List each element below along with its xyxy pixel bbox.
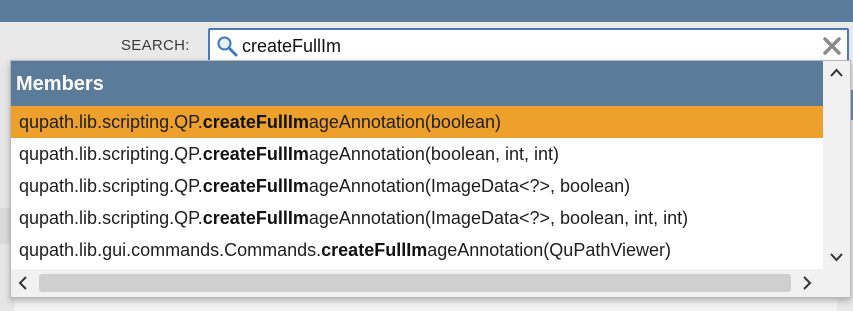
result-item[interactable]: qupath.lib.scripting.QP.createFullImageA…: [11, 170, 823, 202]
top-title-bar: [0, 0, 853, 22]
result-item[interactable]: qupath.lib.scripting.QP.createFullImageA…: [11, 106, 823, 138]
members-header-label: Members: [16, 73, 104, 95]
clear-x-icon[interactable]: [822, 36, 842, 56]
magnifier-icon: [216, 35, 238, 57]
result-match: createFullIm: [321, 240, 428, 260]
result-match: createFullIm: [202, 112, 309, 132]
chevron-down-icon[interactable]: [823, 245, 850, 269]
result-match: createFullIm: [202, 176, 309, 196]
result-prefix: qupath.lib.scripting.QP.: [19, 176, 203, 196]
result-item[interactable]: qupath.lib.scripting.QP.createFullImageA…: [11, 202, 823, 234]
members-header: Members: [11, 61, 823, 106]
result-suffix: ageAnnotation(ImageData<?>, boolean): [308, 176, 631, 196]
search-label: SEARCH:: [121, 37, 190, 54]
result-suffix: ageAnnotation(QuPathViewer): [427, 240, 672, 260]
result-item[interactable]: qupath.lib.gui.commands.Commands.createF…: [11, 234, 823, 266]
result-suffix: ageAnnotation(ImageData<?>, boolean, int…: [308, 208, 689, 228]
chevron-left-icon[interactable]: [11, 269, 35, 297]
vertical-scroll-track[interactable]: [829, 87, 843, 242]
autocomplete-dropdown: Members qupath.lib.scripting.QP.createFu…: [10, 60, 851, 298]
result-item[interactable]: qupath.lib.scripting.QP.createFullImageA…: [11, 138, 823, 170]
result-prefix: qupath.lib.scripting.QP.: [19, 112, 203, 132]
result-prefix: qupath.lib.scripting.QP.: [19, 208, 203, 228]
vertical-scrollbar[interactable]: [823, 61, 850, 269]
search-field[interactable]: [208, 28, 849, 62]
scrollbar-corner: [823, 269, 850, 297]
result-prefix: qupath.lib.gui.commands.Commands.: [19, 240, 322, 260]
horizontal-scrollbar[interactable]: [11, 269, 823, 297]
chevron-up-icon[interactable]: [823, 61, 850, 85]
result-prefix: qupath.lib.scripting.QP.: [19, 144, 203, 164]
search-input[interactable]: [242, 33, 812, 59]
results-list: qupath.lib.scripting.QP.createFullImageA…: [11, 106, 823, 266]
result-suffix: ageAnnotation(boolean): [308, 112, 501, 132]
chevron-right-icon[interactable]: [795, 269, 819, 297]
result-match: createFullIm: [202, 208, 309, 228]
horizontal-scroll-thumb[interactable]: [39, 274, 791, 292]
result-suffix: ageAnnotation(boolean, int, int): [308, 144, 560, 164]
result-match: createFullIm: [202, 144, 309, 164]
